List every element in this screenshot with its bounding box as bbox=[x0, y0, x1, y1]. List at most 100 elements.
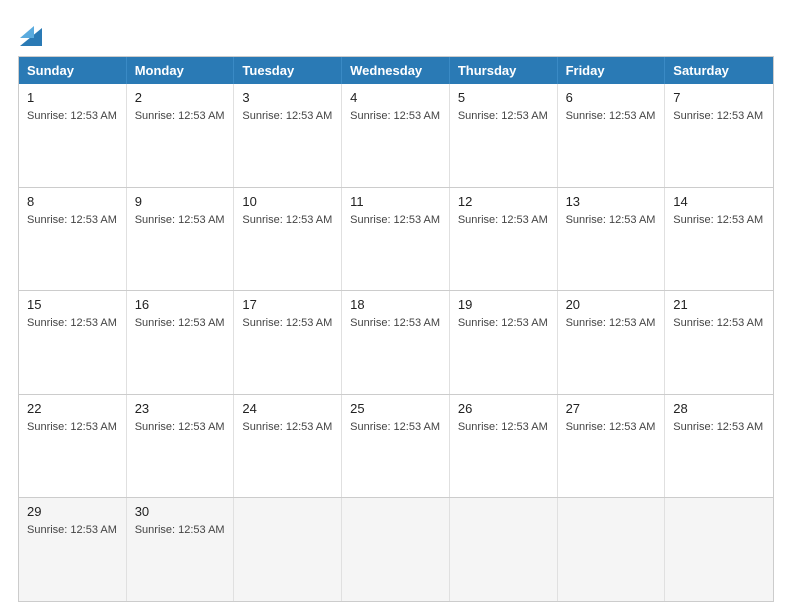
sunrise-time: Sunrise: 12:53 AM bbox=[458, 214, 548, 226]
sunrise-time: Sunrise: 12:53 AM bbox=[673, 421, 763, 433]
day-cell-5: 5Sunrise: 12:53 AM bbox=[450, 84, 558, 187]
day-number: 16 bbox=[135, 297, 226, 312]
sunrise-time: Sunrise: 12:53 AM bbox=[458, 421, 548, 433]
sunrise-time: Sunrise: 12:53 AM bbox=[27, 214, 117, 226]
calendar: SundayMondayTuesdayWednesdayThursdayFrid… bbox=[18, 56, 774, 602]
sunrise-time: Sunrise: 12:53 AM bbox=[566, 317, 656, 329]
day-number: 22 bbox=[27, 401, 118, 416]
empty-cell bbox=[665, 498, 773, 601]
calendar-row-1: 1 Sunrise: 12:53 AM 2 Sunrise: 12:53 AM 3 Sun… bbox=[19, 84, 773, 187]
sunrise-time: Sunrise: 12:53 AM bbox=[566, 214, 656, 226]
empty-cell bbox=[558, 498, 666, 601]
day-cell-30: 30Sunrise: 12:53 AM bbox=[127, 498, 235, 601]
header-day-sunday: Sunday bbox=[19, 57, 127, 84]
day-cell-7: 7 Sunrise: 12:53 AM bbox=[665, 84, 773, 187]
day-number: 15 bbox=[27, 297, 118, 312]
sunrise-time: Sunrise: 12:53 AM bbox=[673, 214, 763, 226]
empty-cell bbox=[234, 498, 342, 601]
day-number: 20 bbox=[566, 297, 657, 312]
day-cell-28: 28 Sunrise: 12:53 AM bbox=[665, 395, 773, 498]
header-day-wednesday: Wednesday bbox=[342, 57, 450, 84]
logo-icon bbox=[20, 18, 42, 46]
day-number: 10 bbox=[242, 194, 333, 209]
sunrise-time: Sunrise: 12:53 AM bbox=[673, 110, 763, 122]
empty-cell bbox=[342, 498, 450, 601]
day-number: 30 bbox=[135, 504, 226, 519]
day-cell-2: 2 Sunrise: 12:53 AM bbox=[127, 84, 235, 187]
day-number: 12 bbox=[458, 194, 549, 209]
day-cell-17: 17 Sunrise: 12:53 AM bbox=[234, 291, 342, 394]
day-number: 4 bbox=[350, 90, 441, 105]
calendar-body: 1 Sunrise: 12:53 AM 2 Sunrise: 12:53 AM 3 Sun… bbox=[19, 84, 773, 601]
day-cell-22: 22 Sunrise: 12:53 AM bbox=[19, 395, 127, 498]
day-number: 7 bbox=[673, 90, 765, 105]
calendar-row-2: 8Sunrise: 12:53 AM9Sunrise: 12:53 AM10Su… bbox=[19, 187, 773, 291]
day-cell-16: 16 Sunrise: 12:53 AM bbox=[127, 291, 235, 394]
header-day-tuesday: Tuesday bbox=[234, 57, 342, 84]
sunrise-time: Sunrise: 12:53 AM bbox=[135, 110, 225, 122]
day-number: 26 bbox=[458, 401, 549, 416]
day-cell-18: 18 Sunrise: 12:53 AM bbox=[342, 291, 450, 394]
sunrise-time: Sunrise: 12:53 AM bbox=[350, 421, 440, 433]
calendar-row-4: 22Sunrise: 12:53 AM23Sunrise: 12:53 AM24… bbox=[19, 394, 773, 498]
day-cell-25: 25 Sunrise: 12:53 AM bbox=[342, 395, 450, 498]
day-cell-8: 8 Sunrise: 12:53 AM bbox=[19, 188, 127, 291]
sunrise-time: Sunrise: 12:53 AM bbox=[458, 317, 548, 329]
day-cell-1: 1 Sunrise: 12:53 AM bbox=[19, 84, 127, 187]
day-number: 28 bbox=[673, 401, 765, 416]
sunrise-time: Sunrise: 12:53 AM bbox=[242, 317, 332, 329]
sunrise-time: Sunrise: 12:53 AM bbox=[242, 214, 332, 226]
sunrise-time: Sunrise: 12:53 AM bbox=[566, 110, 656, 122]
day-number: 23 bbox=[135, 401, 226, 416]
header-day-saturday: Saturday bbox=[665, 57, 773, 84]
sunrise-time: Sunrise: 12:53 AM bbox=[135, 214, 225, 226]
day-number: 25 bbox=[350, 401, 441, 416]
day-cell-3: 3 Sunrise: 12:53 AM bbox=[234, 84, 342, 187]
header-day-monday: Monday bbox=[127, 57, 235, 84]
logo bbox=[18, 18, 42, 46]
header bbox=[18, 18, 774, 46]
day-number: 8 bbox=[27, 194, 118, 209]
day-cell-26: 26 Sunrise: 12:53 AM bbox=[450, 395, 558, 498]
calendar-row-5: 29Sunrise: 12:53 AM30Sunrise: 12:53 AM bbox=[19, 497, 773, 601]
day-number: 2 bbox=[135, 90, 226, 105]
day-cell-23: 23Sunrise: 12:53 AM bbox=[127, 395, 235, 498]
sunrise-time: Sunrise: 12:53 AM bbox=[673, 317, 763, 329]
sunrise-time: Sunrise: 12:53 AM bbox=[350, 317, 440, 329]
day-number: 3 bbox=[242, 90, 333, 105]
day-cell-14: 14Sunrise: 12:53 AM bbox=[665, 188, 773, 291]
day-number: 27 bbox=[566, 401, 657, 416]
sunrise-time: Sunrise: 12:53 AM bbox=[350, 214, 440, 226]
day-cell-21: 21 Sunrise: 12:53 AM bbox=[665, 291, 773, 394]
day-cell-13: 13 Sunrise: 12:53 AM bbox=[558, 188, 666, 291]
calendar-row-3: 15Sunrise: 12:53 AM16Sunrise: 12:53 AM17… bbox=[19, 290, 773, 394]
sunrise-time: Sunrise: 12:53 AM bbox=[27, 421, 117, 433]
day-cell-11: 11Sunrise: 12:53 AM bbox=[342, 188, 450, 291]
sunrise-time: Sunrise: 12:53 AM bbox=[135, 317, 225, 329]
calendar-header: SundayMondayTuesdayWednesdayThursdayFrid… bbox=[19, 57, 773, 84]
day-number: 29 bbox=[27, 504, 118, 519]
sunrise-time: Sunrise: 12:53 AM bbox=[27, 110, 117, 122]
day-number: 1 bbox=[27, 90, 118, 105]
day-number: 6 bbox=[566, 90, 657, 105]
page: SundayMondayTuesdayWednesdayThursdayFrid… bbox=[0, 0, 792, 612]
day-number: 18 bbox=[350, 297, 441, 312]
day-cell-6: 6 Sunrise: 12:53 AM bbox=[558, 84, 666, 187]
day-cell-27: 27Sunrise: 12:53 AM bbox=[558, 395, 666, 498]
day-cell-9: 9Sunrise: 12:53 AM bbox=[127, 188, 235, 291]
day-cell-24: 24Sunrise: 12:53 AM bbox=[234, 395, 342, 498]
header-day-thursday: Thursday bbox=[450, 57, 558, 84]
sunrise-time: Sunrise: 12:53 AM bbox=[242, 421, 332, 433]
sunrise-time: Sunrise: 12:53 AM bbox=[242, 110, 332, 122]
sunrise-time: Sunrise: 12:53 AM bbox=[350, 110, 440, 122]
day-cell-10: 10 Sunrise: 12:53 AM bbox=[234, 188, 342, 291]
day-cell-19: 19 Sunrise: 12:53 AM bbox=[450, 291, 558, 394]
day-cell-29: 29Sunrise: 12:53 AM bbox=[19, 498, 127, 601]
day-cell-4: 4 Sunrise: 12:53 AM bbox=[342, 84, 450, 187]
day-number: 21 bbox=[673, 297, 765, 312]
day-cell-15: 15Sunrise: 12:53 AM bbox=[19, 291, 127, 394]
day-number: 19 bbox=[458, 297, 549, 312]
day-number: 13 bbox=[566, 194, 657, 209]
empty-cell bbox=[450, 498, 558, 601]
day-number: 17 bbox=[242, 297, 333, 312]
